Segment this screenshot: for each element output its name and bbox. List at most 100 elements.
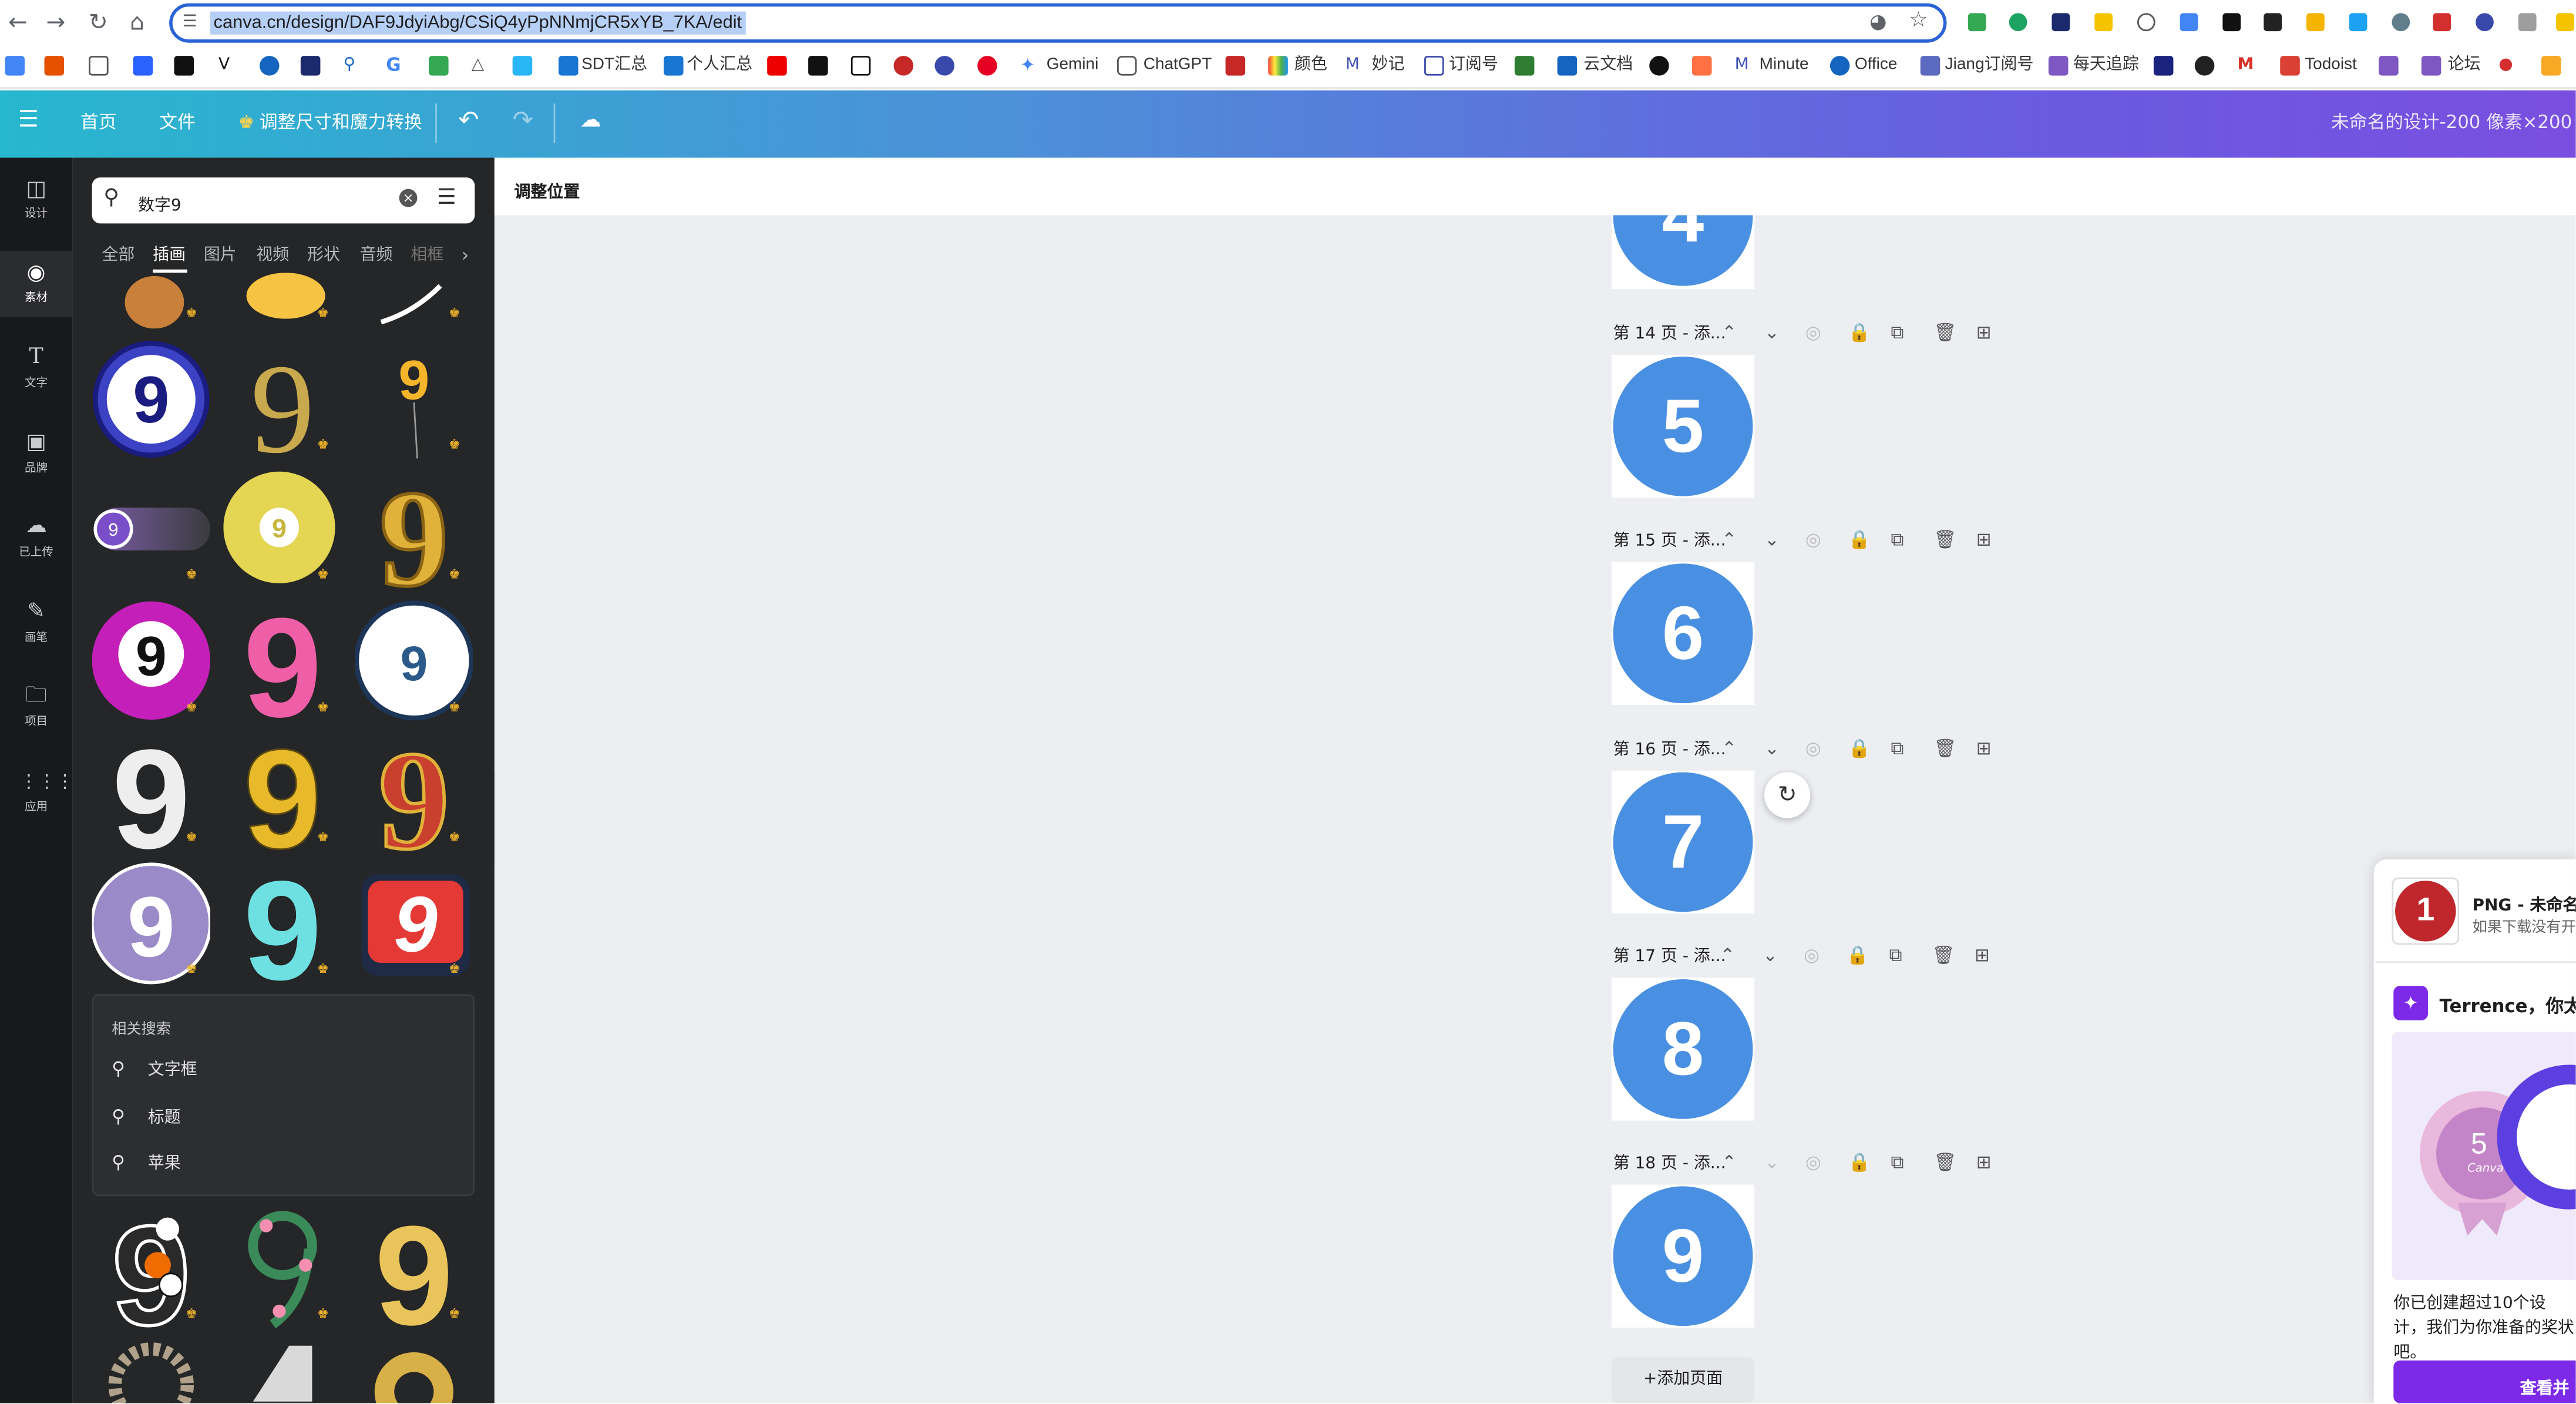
- bookmark-icon[interactable]: V: [218, 56, 238, 76]
- add-page-icon[interactable]: ⊞: [1976, 738, 1992, 760]
- star-icon[interactable]: ☆: [1909, 8, 1928, 33]
- drive-icon[interactable]: [429, 56, 449, 76]
- bookmark-icon[interactable]: [1920, 56, 1941, 76]
- extension-icon[interactable]: [2180, 13, 2198, 32]
- duplicate-icon[interactable]: ⧉: [1891, 1153, 1904, 1173]
- page-18[interactable]: 9: [1611, 1184, 1755, 1328]
- brand-icon[interactable]: ▣: [20, 431, 53, 457]
- move-down-icon[interactable]: ⌄: [1764, 530, 1780, 550]
- duplicate-icon[interactable]: ⧉: [1891, 323, 1904, 344]
- page-label[interactable]: 第 17 页 - 添...: [1613, 948, 1726, 968]
- extension-icon[interactable]: [2392, 13, 2410, 32]
- tab-videos[interactable]: 视频: [256, 247, 289, 267]
- position-button[interactable]: 调整位置: [514, 177, 580, 202]
- pinterest-icon[interactable]: [977, 56, 997, 76]
- site-info-icon[interactable]: ☰: [182, 13, 197, 31]
- move-up-icon[interactable]: ⌃: [1721, 530, 1737, 550]
- bookmark-icon[interactable]: [259, 56, 280, 76]
- rail-label-draw[interactable]: 画笔: [0, 631, 72, 646]
- related-item[interactable]: 标题: [148, 1109, 181, 1129]
- page-15[interactable]: 6: [1611, 562, 1755, 705]
- bookmark-icon[interactable]: [1225, 56, 1246, 76]
- hide-icon[interactable]: ◎: [1805, 530, 1821, 550]
- undo-icon[interactable]: ↶: [458, 108, 479, 132]
- duplicate-icon[interactable]: ⧉: [1891, 530, 1904, 550]
- hide-icon[interactable]: ◎: [1805, 1153, 1821, 1173]
- page-14[interactable]: 5: [1611, 355, 1755, 498]
- lock-icon[interactable]: 🔒: [1848, 323, 1871, 344]
- bookmark-minute[interactable]: Minute: [1760, 54, 1809, 77]
- todoist-icon[interactable]: [2280, 56, 2300, 76]
- upload-icon[interactable]: ☁: [20, 514, 53, 540]
- element-thumbnail[interactable]: [92, 1336, 210, 1403]
- folder-icon[interactable]: 🗀: [20, 684, 53, 710]
- bookmark-icon[interactable]: [5, 56, 25, 76]
- extension-icon[interactable]: [2433, 13, 2451, 32]
- trash-icon[interactable]: 🗑: [1933, 323, 1956, 344]
- cloud-save-icon[interactable]: ☁: [580, 109, 601, 133]
- duplicate-icon[interactable]: ⧉: [1889, 946, 1902, 966]
- bookmark-sdt[interactable]: SDT汇总: [581, 54, 647, 77]
- lock-icon[interactable]: 🔒: [1848, 1153, 1871, 1173]
- eye-off-icon[interactable]: ◕: [1869, 10, 1886, 33]
- bookmark-icon[interactable]: [850, 56, 871, 76]
- home-button[interactable]: 首页: [80, 112, 117, 135]
- apps-icon[interactable]: ⋮⋮⋮: [20, 769, 74, 795]
- home-icon[interactable]: ⌂: [130, 10, 144, 36]
- bookmark-icon[interactable]: [44, 56, 65, 76]
- refresh-icon[interactable]: ↻: [1764, 772, 1811, 818]
- design-title[interactable]: 未命名的设计-200 像素×200 像素: [2331, 112, 2576, 135]
- extension-icon[interactable]: [2349, 13, 2368, 32]
- bookmark-icon[interactable]: [558, 56, 579, 76]
- tab-frames[interactable]: 相框: [411, 247, 443, 267]
- bookmark-icon[interactable]: M: [1345, 56, 1366, 76]
- hide-icon[interactable]: ◎: [1805, 738, 1821, 760]
- rail-label-uploads[interactable]: 已上传: [0, 546, 72, 560]
- rainbow-icon[interactable]: [1268, 56, 1288, 76]
- page-label[interactable]: 第 15 页 - 添...: [1613, 532, 1726, 552]
- bookmark-icon[interactable]: [893, 56, 914, 76]
- add-page-icon[interactable]: ⊞: [1975, 946, 1990, 966]
- move-up-icon[interactable]: ⌃: [1721, 1153, 1737, 1173]
- bookmark-icon[interactable]: [2421, 56, 2442, 76]
- move-down-icon[interactable]: ⌄: [1763, 946, 1778, 966]
- bookmark-daily[interactable]: 每天追踪: [2073, 54, 2139, 77]
- youtube-icon[interactable]: [767, 56, 787, 76]
- bookmark-forum[interactable]: 论坛: [2448, 54, 2481, 77]
- bookmark-todoist[interactable]: Todoist: [2305, 54, 2357, 77]
- bookmark-icon[interactable]: M: [1734, 56, 1755, 76]
- extension-icon[interactable]: [2518, 13, 2537, 32]
- extension-icon[interactable]: [2264, 13, 2282, 32]
- add-page-icon[interactable]: ⊞: [1976, 530, 1992, 550]
- tab-shapes[interactable]: 形状: [307, 247, 340, 267]
- search-icon[interactable]: ⚲: [343, 56, 364, 76]
- move-up-icon[interactable]: ⌃: [1721, 323, 1737, 344]
- move-up-icon[interactable]: ⌃: [1721, 738, 1737, 760]
- bookmark-icon[interactable]: [1514, 56, 1535, 76]
- duplicate-icon[interactable]: ⧉: [1891, 738, 1904, 760]
- tab-all[interactable]: 全部: [102, 247, 134, 267]
- extension-icon[interactable]: [2009, 13, 2027, 32]
- github-icon[interactable]: [2194, 56, 2215, 76]
- add-page-icon[interactable]: ⊞: [1976, 1153, 1992, 1173]
- bookmark-icon[interactable]: △: [471, 56, 492, 76]
- element-thumbnail[interactable]: [355, 1336, 473, 1403]
- extension-icon[interactable]: [2052, 13, 2070, 32]
- gmail-icon[interactable]: M: [2237, 56, 2258, 76]
- rail-label-elements[interactable]: 素材: [0, 291, 72, 305]
- extension-icon[interactable]: [2137, 13, 2155, 32]
- lock-icon[interactable]: 🔒: [1847, 946, 1869, 966]
- related-item[interactable]: 苹果: [148, 1155, 181, 1175]
- bookmark-icon[interactable]: [808, 56, 828, 76]
- extension-icon[interactable]: [2306, 13, 2325, 32]
- bookmark-icon[interactable]: [1691, 56, 1712, 76]
- bookmark-office[interactable]: Office: [1855, 54, 1898, 77]
- bookmark-icon[interactable]: [1649, 56, 1669, 76]
- bookmark-gemini[interactable]: Gemini: [1047, 54, 1099, 77]
- tab-photos[interactable]: 图片: [204, 247, 237, 267]
- move-down-icon[interactable]: ⌄: [1764, 323, 1780, 344]
- bookmark-jiang[interactable]: Jiang订阅号: [1945, 54, 2034, 77]
- page-label[interactable]: 第 16 页 - 添...: [1613, 741, 1726, 761]
- lock-icon[interactable]: 🔒: [1848, 738, 1871, 760]
- bookmark-subscription[interactable]: 订阅号: [1449, 54, 1498, 77]
